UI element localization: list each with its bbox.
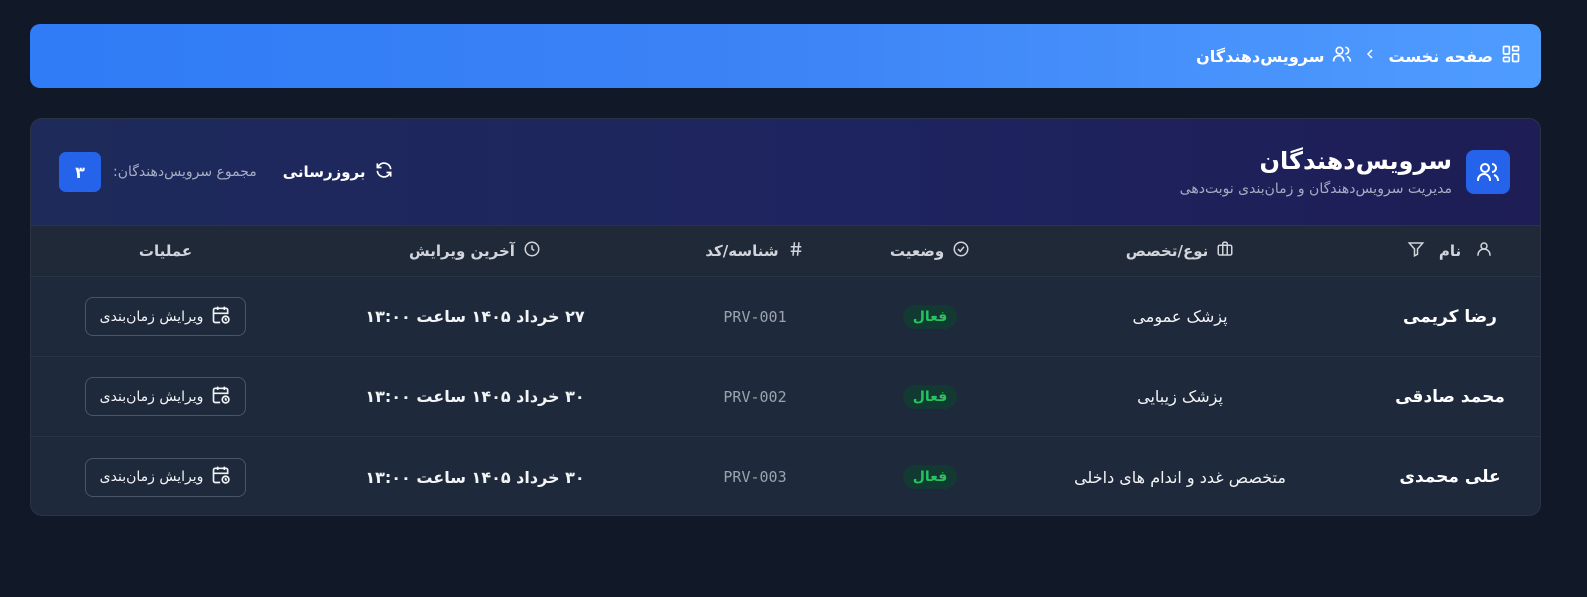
provider-name: علی محمدی: [1399, 467, 1501, 487]
last-edit-date: ۳۰ خرداد ۱۴۰۵ ساعت ۱۳:۰۰: [365, 387, 585, 406]
calendar-clock-icon: [211, 465, 231, 489]
briefcase-icon: [1216, 240, 1234, 262]
users-icon: [1466, 150, 1510, 194]
breadcrumb-current-label: سرویس‌دهندگان: [1196, 46, 1325, 66]
column-header-type: نوع/تخصص: [1000, 226, 1360, 276]
total-count-badge: ۳: [59, 152, 101, 192]
last-edit-date: ۳۰ خرداد ۱۴۰۵ ساعت ۱۳:۰۰: [365, 467, 585, 487]
column-header-last-edit: آخرین ویرایش: [300, 226, 650, 276]
page-subtitle: مدیریت سرویس‌دهندگان و زمان‌بندی نوبت‌ده…: [1179, 181, 1452, 197]
providers-card: سرویس‌دهندگان مدیریت سرویس‌دهندگان و زما…: [30, 118, 1541, 516]
total-count-group: مجموع سرویس‌دهندگان: ۳: [59, 152, 257, 192]
total-label: مجموع سرویس‌دهندگان:: [113, 164, 257, 180]
provider-type: پزشک عمومی: [1132, 307, 1228, 326]
provider-name: محمد صادقی: [1395, 386, 1505, 407]
provider-code: PRV-003: [723, 468, 787, 486]
status-badge: فعال: [902, 465, 958, 489]
column-header-status: وضعیت: [860, 226, 1000, 276]
provider-code: PRV-002: [723, 387, 787, 406]
table-row: محمد صادقی پزشک زیبایی فعال PRV-002 ۳۰ خ…: [31, 357, 1540, 437]
refresh-icon: [374, 160, 394, 184]
breadcrumb-current: سرویس‌دهندگان: [1196, 44, 1352, 68]
user-icon: [1475, 240, 1493, 262]
title-group: سرویس‌دهندگان مدیریت سرویس‌دهندگان و زما…: [1180, 147, 1510, 197]
table-row: رضا کریمی پزشک عمومی فعال PRV-001 ۲۷ خرد…: [31, 277, 1540, 357]
provider-name: رضا کریمی: [1403, 306, 1497, 327]
check-circle-icon: [952, 240, 970, 262]
status-badge: فعال: [902, 384, 958, 409]
clock-icon: [523, 240, 541, 262]
refresh-label: بروزرسانی: [282, 163, 366, 181]
breadcrumb-home[interactable]: صفحه نخست: [1388, 44, 1521, 68]
breadcrumb: صفحه نخست سرویس‌دهندگان: [30, 24, 1541, 88]
column-header-name: نام: [1360, 226, 1540, 276]
refresh-button[interactable]: بروزرسانی: [283, 160, 394, 184]
last-edit-date: ۲۷ خرداد ۱۴۰۵ ساعت ۱۳:۰۰: [365, 307, 585, 326]
page-title: سرویس‌دهندگان: [1259, 147, 1452, 175]
filter-icon[interactable]: [1407, 240, 1425, 262]
status-badge: فعال: [902, 304, 958, 329]
column-header-ops: عملیات: [138, 242, 193, 260]
chevron-left-icon: [1362, 46, 1378, 66]
edit-schedule-button[interactable]: ویرایش زمان‌بندی: [84, 377, 247, 416]
provider-type: متخصص غدد و اندام های داخلی: [1074, 467, 1286, 487]
provider-type: پزشک زیبایی: [1137, 387, 1223, 406]
column-header-code: شناسه/کد: [650, 226, 860, 276]
edit-schedule-button[interactable]: ویرایش زمان‌بندی: [84, 457, 247, 497]
table-header: نام نوع/تخصص وضعیت شناسه/کد آخرین ویرایش…: [31, 226, 1540, 277]
hash-icon: [787, 240, 805, 262]
calendar-clock-icon: [211, 305, 231, 329]
edit-schedule-button[interactable]: ویرایش زمان‌بندی: [84, 297, 247, 336]
calendar-clock-icon: [211, 385, 231, 409]
dashboard-icon: [1501, 44, 1521, 68]
table-row: علی محمدی متخصص غدد و اندام های داخلی فع…: [31, 437, 1540, 515]
breadcrumb-home-label: صفحه نخست: [1388, 46, 1493, 66]
card-header: سرویس‌دهندگان مدیریت سرویس‌دهندگان و زما…: [31, 119, 1540, 226]
users-icon: [1332, 44, 1352, 68]
provider-code: PRV-001: [723, 307, 787, 326]
